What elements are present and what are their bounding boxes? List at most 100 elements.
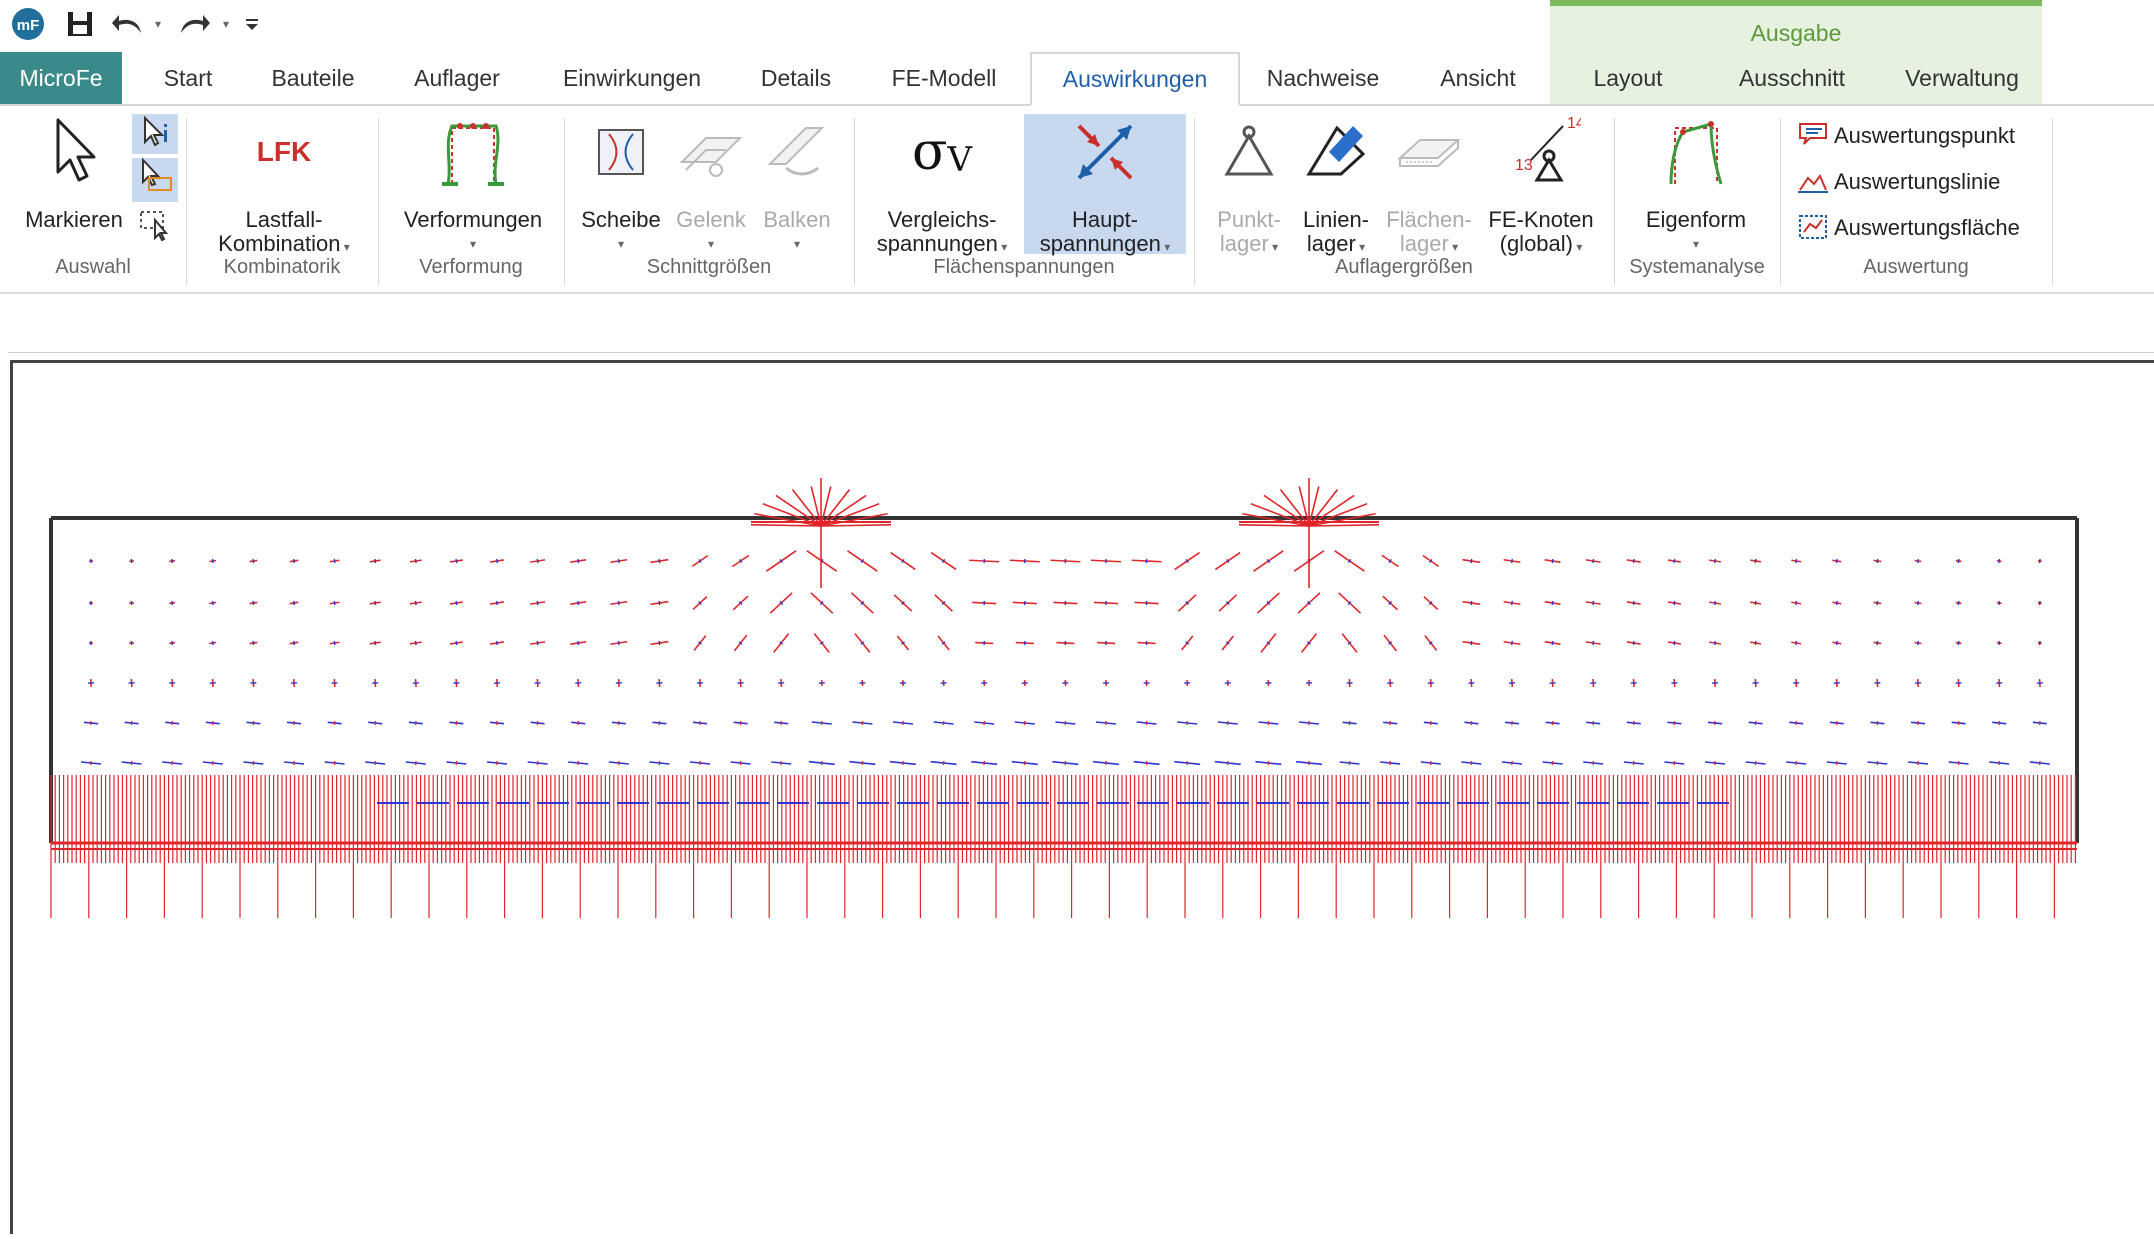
stress-trajectory — [1877, 559, 1878, 563]
stress-trajectory — [1552, 641, 1553, 645]
stress-trajectory — [1958, 601, 1959, 605]
stress-trajectory — [1918, 601, 1919, 605]
support-stress-burst — [821, 525, 891, 526]
group-label-auswertung: Auswertung — [1780, 256, 2052, 279]
stress-trajectory — [619, 601, 620, 605]
stress-trajectory — [1593, 641, 1594, 645]
support-stress-burst — [1239, 525, 1309, 526]
tab-microfe[interactable]: MicroFe — [0, 52, 122, 104]
tab-layout[interactable]: Layout — [1558, 52, 1698, 104]
tab-ansicht[interactable]: Ansicht — [1410, 52, 1546, 104]
tab-nachweise[interactable]: Nachweise — [1252, 52, 1394, 104]
stress-trajectory — [537, 601, 538, 605]
markieren-button[interactable]: Markieren — [14, 114, 134, 232]
chevron-down-icon: ▾ — [1622, 232, 1770, 256]
tab-details[interactable]: Details — [744, 52, 848, 104]
stress-trajectory — [416, 641, 417, 645]
stress-trajectory — [1918, 559, 1919, 563]
chevron-down-icon: ▾ — [574, 232, 668, 256]
global-label: (global) — [1500, 231, 1573, 256]
scheibe-label: Scheibe — [574, 208, 668, 232]
stress-trajectory — [1837, 601, 1838, 605]
tab-auswirkungen[interactable]: Auswirkungen — [1030, 52, 1240, 106]
stress-trajectory — [1715, 601, 1716, 605]
save-icon[interactable] — [62, 6, 98, 42]
stress-trajectory — [416, 559, 417, 563]
stress-trajectory — [213, 641, 214, 645]
tab-auflager[interactable]: Auflager — [394, 52, 520, 104]
stress-trajectory — [2040, 559, 2041, 563]
stress-trajectory — [1918, 641, 1919, 645]
gelenk-button[interactable]: Gelenk ▾ — [666, 114, 756, 256]
tab-bauteile[interactable]: Bauteile — [250, 52, 376, 104]
chevron-down-icon: ▾ — [1356, 240, 1365, 254]
tab-ausschnitt[interactable]: Ausschnitt — [1714, 52, 1870, 104]
stress-trajectory — [1634, 601, 1635, 605]
stress-trajectory — [172, 601, 173, 605]
sigma-subscript: V — [947, 148, 972, 172]
linien-label: Linien- — [1290, 208, 1382, 232]
stress-trajectory — [294, 641, 295, 645]
deformation-frame-icon — [438, 114, 508, 190]
markieren-label: Markieren — [14, 208, 134, 232]
tab-fe-modell[interactable]: FE-Modell — [866, 52, 1022, 104]
chevron-down-icon: ▾ — [752, 232, 842, 256]
select-lasso-button[interactable] — [132, 206, 178, 246]
tab-verwaltung[interactable]: Verwaltung — [1884, 52, 2040, 104]
undo-dropdown-icon[interactable]: ▾ — [150, 6, 166, 42]
redo-dropdown-icon[interactable]: ▾ — [218, 6, 234, 42]
group-label-schnittgroessen: Schnittgrößen — [564, 256, 854, 279]
flaechenlager-button[interactable]: Flächen- lager ▾ — [1382, 114, 1476, 259]
auswertungspunkt-button[interactable]: Auswertungspunkt — [1796, 120, 2015, 152]
fe-knoten-button[interactable]: 14 13 FE-Knoten (global) ▾ — [1476, 114, 1606, 259]
chevron-down-icon: ▾ — [1269, 240, 1278, 254]
evaluation-area-icon — [1796, 212, 1830, 244]
stress-trajectory — [1634, 641, 1635, 645]
ribbon-panel: Markieren Auswahl LFK Lastfall- Kombinat… — [0, 106, 2154, 294]
stress-trajectory — [659, 641, 660, 645]
graphics-viewport[interactable] — [10, 360, 2154, 1234]
balken-button[interactable]: Balken ▾ — [752, 114, 842, 256]
linienlager-button[interactable]: Linien- lager ▾ — [1290, 114, 1382, 259]
spannungen-label: spannungen — [877, 231, 998, 256]
vergleichsspannungen-button[interactable]: σV Vergleichs- spannungen ▾ — [862, 114, 1022, 259]
vergleichs-label: Vergleichs- — [862, 208, 1022, 232]
lager-label: lager — [1307, 231, 1356, 256]
node-number-14: 14 — [1567, 115, 1581, 132]
auswertungslinie-button[interactable]: Auswertungslinie — [1796, 166, 2000, 198]
verformungen-button[interactable]: Verformungen ▾ — [388, 114, 558, 256]
eigenform-icon — [1661, 114, 1731, 190]
stress-trajectory — [1755, 641, 1756, 645]
lfk-icon: LFK — [196, 114, 372, 190]
lastfall-label: Lastfall- — [196, 208, 372, 232]
eigenform-label: Eigenform — [1622, 208, 1770, 232]
customize-icon[interactable] — [240, 6, 264, 42]
cursor-arrow-icon — [44, 114, 104, 190]
stress-trajectory — [619, 641, 620, 645]
evaluation-point-icon — [1796, 120, 1830, 152]
tab-start[interactable]: Start — [140, 52, 236, 104]
tab-einwirkungen[interactable]: Einwirkungen — [540, 52, 724, 104]
stress-trajectory — [1796, 559, 1797, 563]
stress-trajectory — [1958, 641, 1959, 645]
scheibe-button[interactable]: Scheibe ▾ — [574, 114, 668, 256]
stress-trajectory — [253, 601, 254, 605]
select-info-button[interactable] — [132, 114, 178, 154]
lastfall-kombination-button[interactable]: LFK Lastfall- Kombination ▾ — [196, 114, 372, 259]
support-stress-burst — [751, 525, 821, 526]
lager-label: lager — [1400, 231, 1449, 256]
auswertungsflaeche-button[interactable]: Auswertungsfläche — [1796, 212, 2020, 244]
app-logo-icon[interactable]: mF — [8, 6, 48, 42]
stress-trajectory — [1471, 641, 1472, 645]
eigenform-button[interactable]: Eigenform ▾ — [1622, 114, 1770, 256]
principal-stress-plot[interactable] — [13, 363, 2154, 1234]
hauptspannungen-button[interactable]: Haupt- spannungen ▾ — [1024, 114, 1186, 254]
redo-icon[interactable] — [174, 6, 214, 42]
undo-icon[interactable] — [108, 6, 148, 42]
cursor-rectangle-icon — [137, 158, 173, 194]
sigma-v-icon: σV — [862, 114, 1022, 190]
area-support-icon — [1394, 114, 1464, 190]
punktlager-button[interactable]: Punkt- lager ▾ — [1204, 114, 1294, 259]
select-window-button[interactable] — [132, 158, 178, 202]
stress-trajectory — [253, 559, 254, 563]
